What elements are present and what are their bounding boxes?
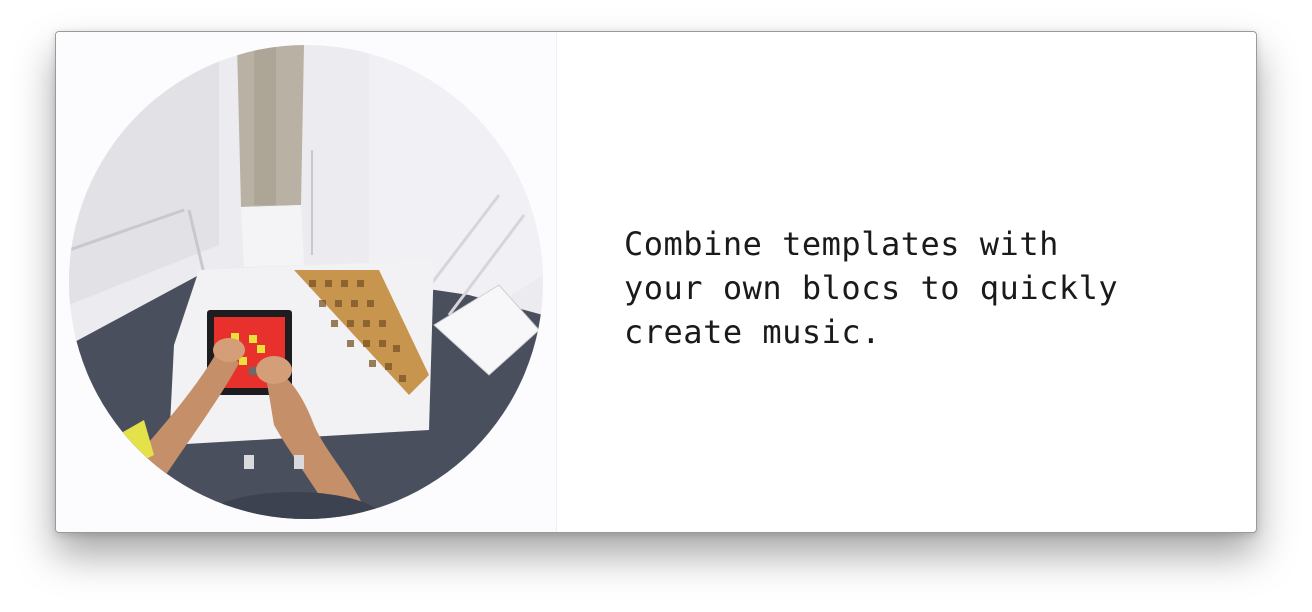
shoe-left [244,455,254,469]
right-hand [256,356,292,384]
feature-caption: Combine templates with your own blocs to… [624,225,1119,351]
media-pane [56,32,557,532]
door-panel [241,205,304,267]
shoe-right [294,455,304,469]
left-hand [213,338,245,362]
video-frame-illustration [69,45,543,519]
feature-card: Combine templates with your own blocs to… [55,31,1257,533]
video-preview-launchpad-performance[interactable] [69,45,543,519]
pillar-shadow [254,45,276,205]
